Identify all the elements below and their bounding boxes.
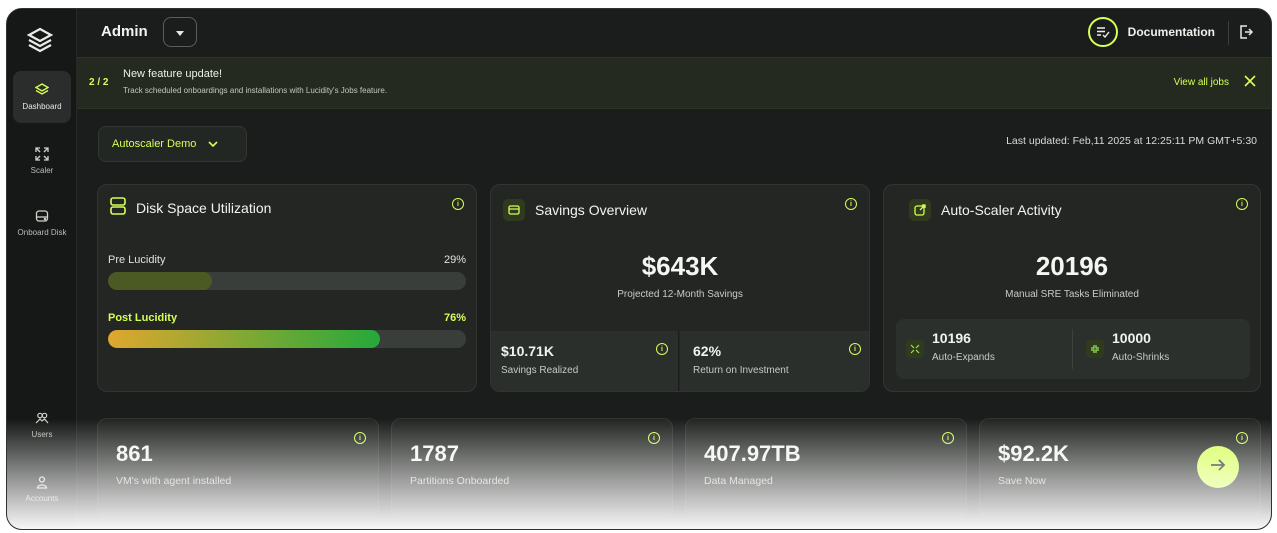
post-lucidity-value: 76% (443, 312, 466, 324)
roi-panel: 62% Return on Investment i (680, 331, 869, 391)
roi-value: 62% (693, 343, 722, 359)
autoscaler-card-title: Auto-Scaler Activity (941, 202, 1062, 218)
app-logo[interactable] (21, 21, 59, 59)
document-check-icon (1087, 17, 1118, 47)
disk-card-title: Disk Space Utilization (136, 199, 272, 216)
savings-realized-value: $10.71K (501, 343, 554, 359)
documentation-button[interactable]: Documentation (1087, 17, 1215, 47)
info-icon[interactable]: i (452, 198, 464, 210)
org-dropdown-button[interactable] (163, 17, 197, 47)
stat-card-vms: 861 VM's with agent installed i (97, 418, 379, 518)
info-icon[interactable]: i (1236, 432, 1248, 444)
pre-lucidity-bar-fill (108, 272, 212, 290)
info-icon[interactable]: i (849, 343, 861, 355)
banner-page-count: 2 / 2 (89, 77, 109, 88)
stat-label: Save Now (998, 475, 1046, 487)
auto-expands-value: 10196 (932, 330, 971, 346)
auto-shrinks-value: 10000 (1112, 330, 1151, 346)
info-icon[interactable]: i (354, 432, 366, 444)
org-title: Admin (101, 23, 148, 40)
save-now-arrow-button[interactable] (1197, 446, 1239, 488)
info-icon[interactable]: i (845, 198, 857, 210)
sidebar-item-label: Dashboard (22, 102, 62, 112)
logout-icon[interactable] (1235, 21, 1257, 43)
stat-label: Partitions Onboarded (410, 475, 510, 487)
sidebar-item-accounts[interactable]: Accounts (13, 463, 71, 515)
feature-update-banner: 2 / 2 New feature update! Track schedule… (77, 57, 1271, 109)
card-title: Savings Overview (503, 199, 647, 221)
banner-text: Track scheduled onboardings and installa… (123, 86, 388, 95)
auto-shrinks-label: Auto-Shrinks (1112, 352, 1170, 363)
projected-savings-label: Projected 12-Month Savings (617, 289, 743, 300)
sidebar-item-label: Onboard Disk (17, 228, 67, 238)
post-lucidity-label: Post Lucidity (108, 312, 178, 324)
sidebar-item-scaler[interactable]: Scaler (13, 135, 71, 187)
sre-tasks-eliminated-label: Manual SRE Tasks Eliminated (1005, 289, 1139, 300)
last-updated-text: Last updated: Feb,11 2025 at 12:25:11 PM… (1006, 135, 1257, 147)
roi-label: Return on Investment (693, 365, 789, 376)
disk-utilization-card: Disk Space Utilization i Pre Lucidity 29… (97, 184, 477, 392)
post-lucidity-bar-fill (108, 330, 381, 348)
card-title: Disk Space Utilization (110, 197, 271, 218)
caret-down-icon (176, 23, 184, 41)
close-icon[interactable] (1241, 72, 1259, 90)
expand-icon (906, 340, 924, 358)
sidebar-item-label: Accounts (25, 494, 59, 504)
projected-savings-value: $643K (641, 251, 719, 281)
stat-value: 1787 (410, 441, 459, 466)
demo-selector-dropdown[interactable]: Autoscaler Demo (98, 126, 247, 162)
card-title: Auto-Scaler Activity (909, 199, 1062, 221)
documentation-label: Documentation (1127, 25, 1215, 39)
panel-divider (1072, 329, 1073, 369)
stat-value: $92.2K (998, 441, 1069, 466)
pre-lucidity-value: 29% (443, 254, 466, 266)
arrow-right-icon (1210, 458, 1226, 477)
auto-scaler-activity-card: Auto-Scaler Activity i 20196 Manual SRE … (883, 184, 1261, 392)
external-link-icon (909, 199, 931, 221)
info-icon[interactable]: i (942, 432, 954, 444)
selector-value: Autoscaler Demo (112, 138, 197, 150)
sidebar-item-users[interactable]: Users (13, 399, 71, 451)
info-icon[interactable]: i (1236, 198, 1248, 210)
stat-value: 407.97TB (704, 441, 801, 466)
stat-card-partitions: 1787 Partitions Onboarded i (391, 418, 673, 518)
layers-icon (34, 82, 50, 98)
stat-value: 861 (116, 441, 153, 466)
auto-scale-breakdown-panel: 10196 Auto-Expands 10000 Auto-Shrinks (896, 319, 1250, 379)
server-icon (110, 197, 126, 218)
savings-overview-card: Savings Overview i $643K Projected 12-Mo… (490, 184, 870, 392)
pre-lucidity-label: Pre Lucidity (108, 254, 166, 266)
sidebar: Dashboard Scaler Onboard Disk Users Acco (7, 9, 77, 529)
disk-icon (34, 208, 50, 224)
wallet-icon (503, 199, 525, 221)
sidebar-item-onboard-disk[interactable]: Onboard Disk (13, 197, 71, 249)
savings-realized-panel: $10.71K Savings Realized i (491, 331, 679, 391)
post-lucidity-bar (108, 330, 466, 348)
sidebar-item-label: Users (31, 430, 53, 440)
users-icon (34, 410, 50, 426)
chevron-down-icon (208, 138, 218, 150)
pre-lucidity-bar (108, 272, 466, 290)
account-icon (34, 474, 50, 490)
view-all-jobs-link[interactable]: View all jobs (1174, 77, 1229, 88)
stat-label: VM's with agent installed (116, 475, 232, 487)
header-divider (1228, 21, 1229, 45)
banner-title: New feature update! (123, 68, 223, 80)
sidebar-item-label: Scaler (30, 166, 54, 176)
shrink-icon (1086, 340, 1104, 358)
auto-expands-label: Auto-Expands (932, 352, 995, 363)
info-icon[interactable]: i (656, 343, 668, 355)
savings-card-title: Savings Overview (535, 202, 648, 218)
expand-arrows-icon (34, 146, 50, 162)
top-header: Admin Documentation (77, 9, 1271, 57)
stat-card-data-managed: 407.97TB Data Managed i (685, 418, 967, 518)
app-window: Dashboard Scaler Onboard Disk Users Acco (6, 8, 1272, 530)
sidebar-item-dashboard[interactable]: Dashboard (13, 71, 71, 123)
stat-label: Data Managed (704, 475, 773, 487)
sre-tasks-eliminated-value: 20196 (1035, 251, 1109, 281)
info-icon[interactable]: i (648, 432, 660, 444)
savings-realized-label: Savings Realized (501, 365, 579, 376)
